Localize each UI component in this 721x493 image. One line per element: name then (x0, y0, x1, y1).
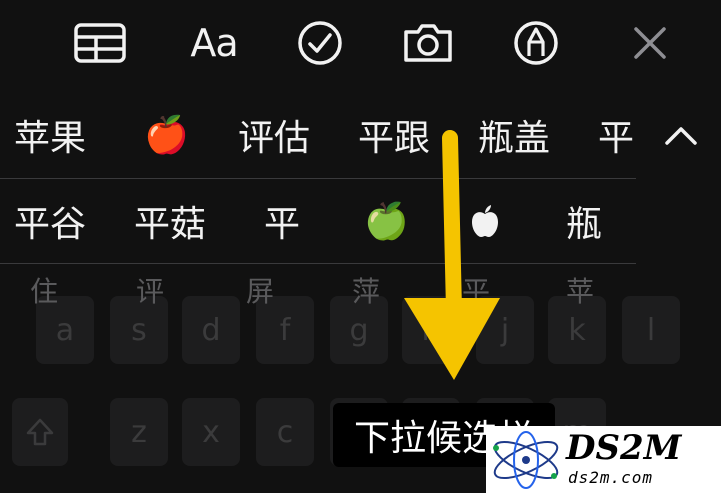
ghost-hint: 住 (30, 275, 59, 308)
down-arrow-annotation (404, 130, 500, 380)
ghost-hint: 屏 (246, 275, 275, 308)
candidate-item[interactable]: 评估 (238, 92, 310, 178)
candidate-row-1: 苹果 🍎 评估 平跟 瓶盖 平 (0, 92, 636, 178)
candidate-item[interactable]: 瓶 (566, 178, 602, 264)
candidate-item[interactable]: 平 (264, 178, 300, 264)
key-d[interactable]: d (182, 296, 240, 364)
candidate-item[interactable]: 平谷 (14, 178, 86, 264)
key-c[interactable]: c (256, 398, 314, 466)
checklist-icon[interactable] (292, 18, 348, 68)
key-x[interactable]: x (182, 398, 240, 466)
candidate-item[interactable]: 苹果 (14, 92, 86, 178)
watermark-title: DS2M (566, 428, 682, 468)
text-format-icon[interactable]: Aa (186, 18, 242, 68)
chevron-up-icon (664, 127, 697, 145)
atom-logo-icon (493, 431, 559, 489)
camera-icon[interactable] (400, 18, 456, 68)
close-icon[interactable] (622, 18, 678, 68)
shift-key[interactable] (12, 398, 68, 466)
ghost-hint: 评 (136, 275, 165, 308)
shift-icon (26, 418, 54, 446)
markup-icon[interactable] (508, 18, 564, 68)
watermark-url: ds2m.com (568, 468, 654, 487)
keyboard-toolbar: Aa (0, 0, 721, 86)
key-l[interactable]: l (622, 296, 680, 364)
key-z[interactable]: z (110, 398, 168, 466)
candidate-row-2: 平谷 平菇 平 🍏 瓶 (0, 178, 636, 264)
table-icon[interactable] (72, 18, 128, 68)
ghost-hint: 苹 (566, 275, 595, 308)
ds2m-watermark: DS2M ds2m.com (486, 426, 721, 493)
candidate-item[interactable]: 平菇 (134, 178, 206, 264)
ghost-hint: 萍 (352, 275, 381, 308)
collapse-candidates-button[interactable] (640, 92, 721, 178)
candidate-item[interactable]: 平 (598, 92, 636, 178)
format-label: Aa (190, 21, 238, 65)
candidate-item[interactable]: 🍎 (144, 92, 189, 178)
